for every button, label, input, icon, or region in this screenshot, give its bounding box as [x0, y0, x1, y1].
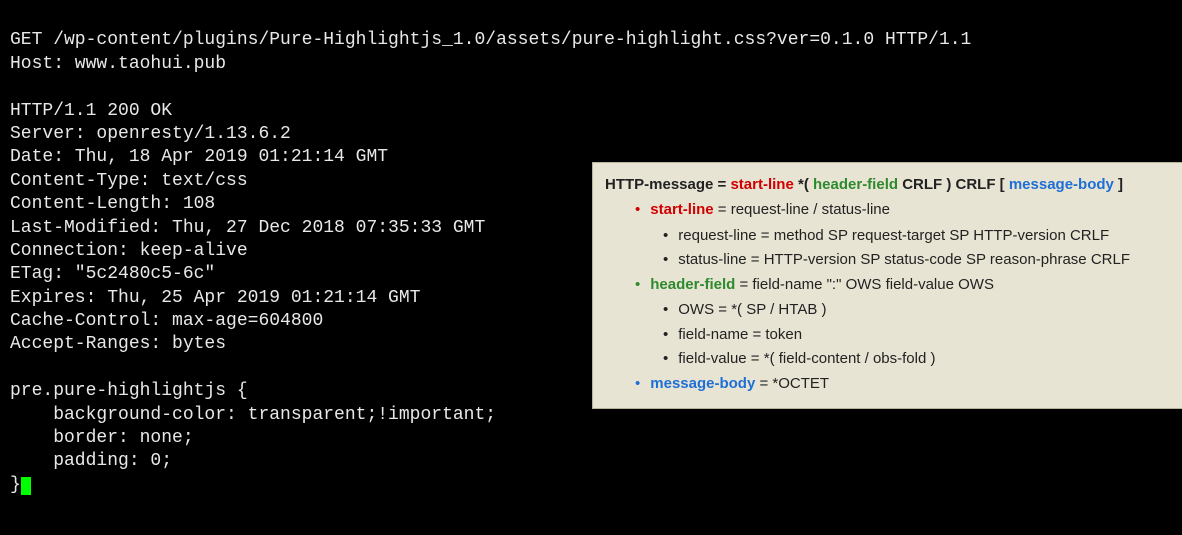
header-content-type: Content-Type: text/css	[10, 171, 248, 191]
body-line-5: }	[10, 475, 21, 495]
request-line: GET /wp-content/plugins/Pure-Highlightjs…	[10, 30, 971, 50]
header-last-modified: Last-Modified: Thu, 27 Dec 2018 07:35:33…	[10, 218, 485, 238]
body-line-4: padding: 0;	[10, 451, 172, 471]
header-accept-ranges: Accept-Ranges: bytes	[10, 334, 226, 354]
header-content-length: Content-Length: 108	[10, 194, 215, 214]
body-line-1: pre.pure-highlightjs {	[10, 381, 248, 401]
header-etag: ETag: "5c2480c5-6c"	[10, 264, 215, 284]
body-line-2: background-color: transparent;!important…	[10, 405, 496, 425]
body-line-3: border: none;	[10, 428, 194, 448]
grammar-field-value: field-value = *( field-content / obs-fol…	[663, 347, 1182, 370]
grammar-ows: OWS = *( SP / HTAB )	[663, 298, 1182, 321]
grammar-message-body: message-body = *OCTET	[635, 372, 1182, 395]
host-header: Host: www.taohui.pub	[10, 54, 226, 74]
grammar-status-line: status-line = HTTP-version SP status-cod…	[663, 248, 1182, 271]
grammar-start-line: start-line = request-line / status-line	[635, 198, 1182, 221]
header-connection: Connection: keep-alive	[10, 241, 248, 261]
status-line: HTTP/1.1 200 OK	[10, 101, 172, 121]
header-cache-control: Cache-Control: max-age=604800	[10, 311, 323, 331]
grammar-field-name: field-name = token	[663, 323, 1182, 346]
header-date: Date: Thu, 18 Apr 2019 01:21:14 GMT	[10, 147, 388, 167]
grammar-request-line: request-line = method SP request-target …	[663, 224, 1182, 247]
cursor-icon	[21, 477, 31, 495]
grammar-header-field: header-field = field-name ":" OWS field-…	[635, 273, 1182, 296]
header-server: Server: openresty/1.13.6.2	[10, 124, 291, 144]
grammar-http-message: HTTP-message = start-line *( header-fiel…	[605, 173, 1182, 196]
http-grammar-infobox: HTTP-message = start-line *( header-fiel…	[592, 162, 1182, 409]
header-expires: Expires: Thu, 25 Apr 2019 01:21:14 GMT	[10, 288, 420, 308]
